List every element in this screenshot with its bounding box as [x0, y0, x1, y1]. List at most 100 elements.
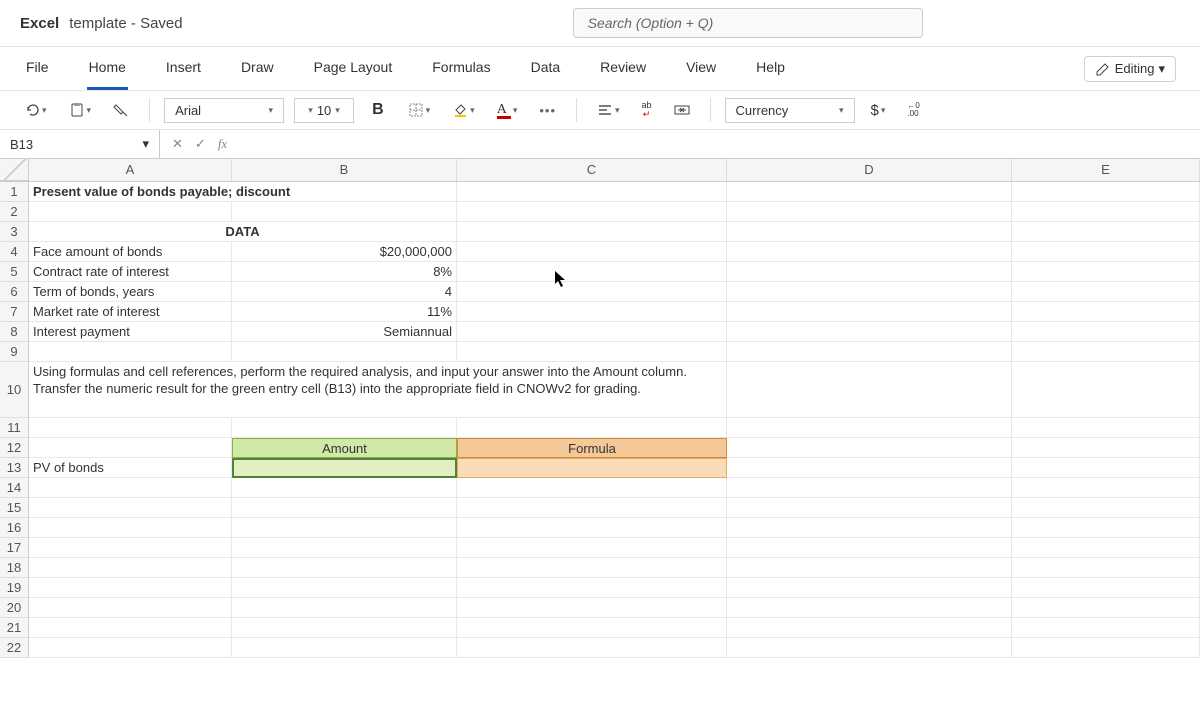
cell-E13[interactable]: [1012, 458, 1200, 478]
cell-D8[interactable]: [727, 322, 1012, 342]
cell-A9[interactable]: [29, 342, 232, 362]
cell-D14[interactable]: [727, 478, 1012, 498]
row-header[interactable]: 22: [0, 638, 29, 658]
cell-E2[interactable]: [1012, 202, 1200, 222]
cell[interactable]: [727, 538, 1012, 558]
row-header[interactable]: 4: [0, 242, 29, 262]
tab-help[interactable]: Help: [754, 47, 787, 90]
cell-E7[interactable]: [1012, 302, 1200, 322]
cell-A6[interactable]: Term of bonds, years: [29, 282, 232, 302]
format-painter-button[interactable]: [107, 98, 135, 122]
cell-B11[interactable]: [232, 418, 457, 438]
cell[interactable]: [727, 618, 1012, 638]
row-header[interactable]: 18: [0, 558, 29, 578]
cell-D6[interactable]: [727, 282, 1012, 302]
cell-B5[interactable]: 8%: [232, 262, 457, 282]
cell-E1[interactable]: [1012, 182, 1200, 202]
cell[interactable]: [29, 618, 232, 638]
cell[interactable]: [232, 538, 457, 558]
cell[interactable]: [232, 638, 457, 658]
borders-button[interactable]: ▾: [402, 98, 437, 122]
cell[interactable]: [727, 598, 1012, 618]
cell-D1[interactable]: [727, 182, 1012, 202]
cell-B2[interactable]: [232, 202, 457, 222]
cell-C5[interactable]: [457, 262, 727, 282]
decrease-decimal-button[interactable]: ←0 .00: [901, 98, 925, 122]
cell[interactable]: [457, 598, 727, 618]
cell-C1[interactable]: [457, 182, 727, 202]
cell-A7[interactable]: Market rate of interest: [29, 302, 232, 322]
wrap-text-button[interactable]: ab↵: [636, 97, 658, 123]
row-header[interactable]: 3: [0, 222, 29, 242]
row-header[interactable]: 6: [0, 282, 29, 302]
tab-page-layout[interactable]: Page Layout: [312, 47, 395, 90]
cell-D5[interactable]: [727, 262, 1012, 282]
cell-C4[interactable]: [457, 242, 727, 262]
cell-B14[interactable]: [232, 478, 457, 498]
cell[interactable]: [232, 598, 457, 618]
cell[interactable]: [232, 558, 457, 578]
tab-insert[interactable]: Insert: [164, 47, 203, 90]
cell-A2[interactable]: [29, 202, 232, 222]
row-header[interactable]: 13: [0, 458, 29, 478]
accounting-format-button[interactable]: $ ▾: [865, 98, 892, 123]
cell[interactable]: [727, 498, 1012, 518]
cell-D10[interactable]: [727, 362, 1012, 418]
bold-button[interactable]: B: [364, 99, 392, 121]
cell[interactable]: [29, 578, 232, 598]
cell-B13-active[interactable]: [232, 458, 457, 478]
col-header-C[interactable]: C: [457, 159, 727, 181]
col-header-E[interactable]: E: [1012, 159, 1200, 181]
cell-D4[interactable]: [727, 242, 1012, 262]
cell[interactable]: [1012, 598, 1200, 618]
formula-input[interactable]: [239, 138, 1200, 150]
row-header[interactable]: 9: [0, 342, 29, 362]
enter-icon[interactable]: ✓: [195, 136, 206, 152]
cell[interactable]: [1012, 618, 1200, 638]
cell-E12[interactable]: [1012, 438, 1200, 458]
cell[interactable]: [232, 498, 457, 518]
cell-E3[interactable]: [1012, 222, 1200, 242]
editing-mode-button[interactable]: Editing ▾: [1084, 56, 1176, 82]
cell[interactable]: [457, 558, 727, 578]
cell-D12[interactable]: [727, 438, 1012, 458]
cell[interactable]: [457, 618, 727, 638]
cell-E14[interactable]: [1012, 478, 1200, 498]
cell-C7[interactable]: [457, 302, 727, 322]
cell[interactable]: [457, 518, 727, 538]
cell[interactable]: [457, 498, 727, 518]
more-font-button[interactable]: •••: [533, 99, 562, 122]
cell[interactable]: [29, 598, 232, 618]
align-button[interactable]: ▾: [591, 98, 626, 122]
tab-draw[interactable]: Draw: [239, 47, 276, 90]
row-header[interactable]: 11: [0, 418, 29, 438]
tab-review[interactable]: Review: [598, 47, 648, 90]
font-size-selector[interactable]: ▾ 10 ▾: [294, 98, 354, 123]
col-header-D[interactable]: D: [727, 159, 1012, 181]
cell-E4[interactable]: [1012, 242, 1200, 262]
cell[interactable]: [29, 558, 232, 578]
tab-data[interactable]: Data: [529, 47, 563, 90]
cell[interactable]: [727, 578, 1012, 598]
tab-file[interactable]: File: [24, 47, 51, 90]
row-header[interactable]: 8: [0, 322, 29, 342]
cell-E5[interactable]: [1012, 262, 1200, 282]
cell[interactable]: [232, 618, 457, 638]
undo-button[interactable]: ▾: [18, 98, 53, 122]
cell[interactable]: [29, 498, 232, 518]
row-header[interactable]: 10: [0, 362, 29, 418]
cell-C2[interactable]: [457, 202, 727, 222]
cell-E8[interactable]: [1012, 322, 1200, 342]
row-header[interactable]: 19: [0, 578, 29, 598]
cell[interactable]: [29, 518, 232, 538]
cell[interactable]: [727, 638, 1012, 658]
cell-D3[interactable]: [727, 222, 1012, 242]
cell[interactable]: [29, 638, 232, 658]
cell[interactable]: [1012, 518, 1200, 538]
cell-C9[interactable]: [457, 342, 727, 362]
cell-B7[interactable]: 11%: [232, 302, 457, 322]
cell-A5[interactable]: Contract rate of interest: [29, 262, 232, 282]
select-all-corner[interactable]: [0, 159, 29, 181]
cell-C13[interactable]: [457, 458, 727, 478]
cell-E10[interactable]: [1012, 362, 1200, 418]
